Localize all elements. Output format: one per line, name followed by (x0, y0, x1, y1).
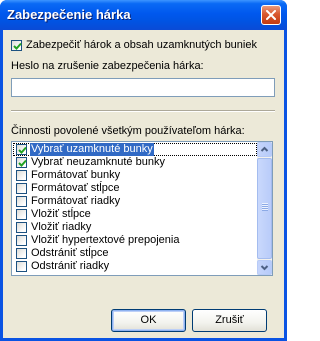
protect-sheet-label: Zabezpečiť hárok a obsah uzamknutých bun… (26, 39, 257, 51)
list-item-checkbox[interactable] (16, 209, 27, 220)
cancel-button[interactable]: Zrušiť (192, 309, 267, 332)
list-item[interactable]: Odstrániť riadky (13, 260, 257, 273)
list-item[interactable]: Vložiť riadky (13, 221, 257, 234)
title-bar[interactable]: Zabezpečenie hárka (0, 0, 287, 30)
list-item-checkbox[interactable] (16, 222, 27, 233)
list-item-checkbox[interactable] (16, 261, 27, 272)
separator (11, 110, 275, 112)
password-field[interactable] (11, 78, 275, 97)
scroll-down-button[interactable] (257, 260, 272, 275)
list-item-checkbox[interactable] (16, 196, 27, 207)
list-item-label: Vložiť hypertextové prepojenia (31, 234, 180, 246)
list-item-label: Vybrať uzamknuté bunky (30, 143, 154, 156)
dialog-body: Zabezpečiť hárok a obsah uzamknutých bun… (3, 30, 284, 338)
list-item-label: Formátovať bunky (31, 169, 121, 181)
list-item-label: Vložiť stĺpce (31, 208, 91, 220)
list-item-label: Odstrániť riadky (31, 260, 110, 272)
list-scrollbar[interactable] (257, 142, 272, 275)
password-label: Heslo na zrušenie zabezpečenia hárka: (11, 60, 204, 72)
chevron-up-icon (260, 146, 269, 152)
checkmark-icon (13, 42, 22, 50)
list-item-label: Vybrať neuzamknuté bunky (31, 156, 165, 168)
list-item-label: Formátovať riadky (31, 195, 121, 207)
close-button[interactable] (261, 5, 281, 25)
list-item-checkbox[interactable] (16, 170, 27, 181)
list-item-checkbox[interactable] (16, 235, 27, 246)
list-item[interactable]: Formátovať stĺpce (13, 182, 257, 195)
list-item[interactable]: Vybrať neuzamknuté bunky (13, 156, 257, 169)
list-item-checkbox[interactable] (16, 183, 27, 194)
permissions-list[interactable]: Vybrať uzamknuté bunky Vybrať neuzamknut… (11, 141, 273, 276)
list-item[interactable]: Formátovať bunky (13, 169, 257, 182)
grip-line (262, 209, 268, 211)
list-item-checkbox[interactable] (16, 157, 27, 168)
list-item-label: Formátovať stĺpce (31, 182, 120, 194)
ok-button[interactable]: OK (111, 309, 186, 332)
close-icon (266, 10, 276, 20)
checkmark-icon (18, 146, 27, 154)
scroll-thumb[interactable] (257, 158, 272, 259)
list-item[interactable]: Formátovať riadky (13, 195, 257, 208)
list-item[interactable]: Vybrať uzamknuté bunky (13, 143, 257, 156)
scroll-up-button[interactable] (257, 142, 272, 157)
list-item-checkbox[interactable] (16, 248, 27, 259)
list-item-label: Odstrániť stĺpce (31, 247, 109, 259)
list-item[interactable]: Odstrániť stĺpce (13, 247, 257, 260)
list-item-checkbox[interactable] (16, 144, 27, 155)
dialog-title: Zabezpečenie hárka (7, 7, 131, 22)
list-item-label: Vložiť riadky (31, 221, 92, 233)
list-item[interactable]: Vložiť stĺpce (13, 208, 257, 221)
chevron-down-icon (260, 265, 269, 271)
protect-sheet-checkbox[interactable] (11, 40, 22, 51)
dialog-window: Zabezpečenie hárka Zabezpečiť hárok a ob… (0, 0, 287, 341)
checkmark-icon (18, 159, 27, 167)
list-item[interactable]: Vložiť hypertextové prepojenia (13, 234, 257, 247)
permissions-label: Činnosti povolené všetkým používateľom h… (11, 125, 245, 137)
